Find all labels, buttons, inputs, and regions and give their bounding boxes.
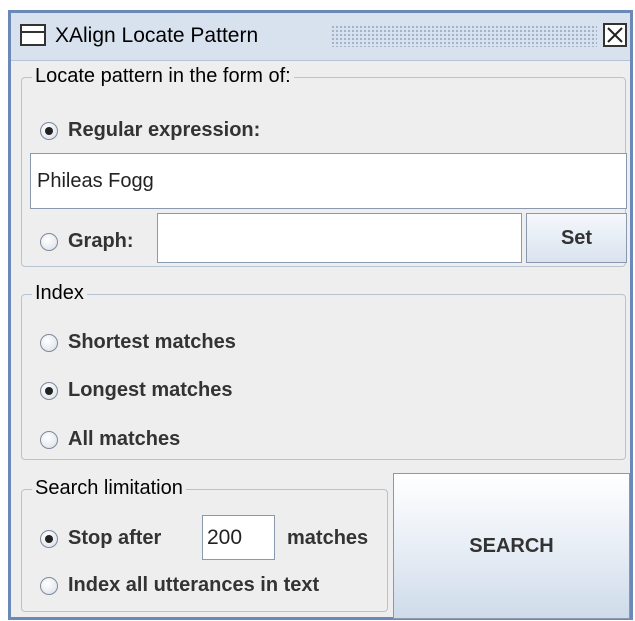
all-matches-radio[interactable]: All matches [40, 428, 180, 451]
stop-after-count-input[interactable] [202, 515, 275, 560]
regex-radio[interactable]: Regular expression: [40, 119, 260, 142]
index-all-radio-button[interactable] [40, 576, 58, 595]
set-button[interactable]: Set [526, 213, 627, 263]
index-all-label: Index all utterances in text [68, 574, 320, 596]
close-icon[interactable] [603, 23, 627, 47]
longest-matches-label: Longest matches [68, 379, 233, 401]
index-all-radio[interactable]: Index all utterances in text [40, 574, 319, 597]
matches-label: matches [287, 527, 369, 549]
title-bar-grip [331, 25, 597, 47]
shortest-matches-radio-button[interactable] [40, 333, 58, 352]
regex-input[interactable] [30, 153, 627, 209]
longest-matches-radio[interactable]: Longest matches [40, 379, 232, 402]
locate-pattern-legend: Locate pattern in the form of: [32, 63, 294, 89]
stop-after-label: Stop after [68, 527, 162, 549]
window-icon [20, 24, 46, 46]
graph-radio[interactable]: Graph: [40, 230, 134, 253]
regex-radio-button[interactable] [40, 121, 58, 140]
window-title: XAlign Locate Pattern [55, 24, 259, 47]
shortest-matches-radio[interactable]: Shortest matches [40, 331, 236, 354]
stop-after-radio-button[interactable] [40, 529, 58, 548]
all-matches-radio-button[interactable] [40, 430, 58, 449]
longest-matches-radio-button[interactable] [40, 381, 58, 400]
regex-radio-label: Regular expression: [68, 119, 261, 141]
index-legend: Index [32, 280, 87, 306]
dialog-window: XAlign Locate Pattern Locate pattern in … [8, 10, 633, 620]
matches-label-row: matches [287, 527, 368, 550]
graph-radio-button[interactable] [40, 232, 58, 251]
stop-after-radio[interactable]: Stop after [40, 527, 161, 550]
graph-input[interactable] [157, 213, 522, 263]
graph-radio-label: Graph: [68, 230, 134, 252]
search-button[interactable]: SEARCH [393, 473, 630, 619]
shortest-matches-label: Shortest matches [68, 331, 236, 353]
search-limitation-legend: Search limitation [32, 475, 186, 501]
title-bar[interactable]: XAlign Locate Pattern [11, 13, 630, 61]
all-matches-label: All matches [68, 428, 181, 450]
